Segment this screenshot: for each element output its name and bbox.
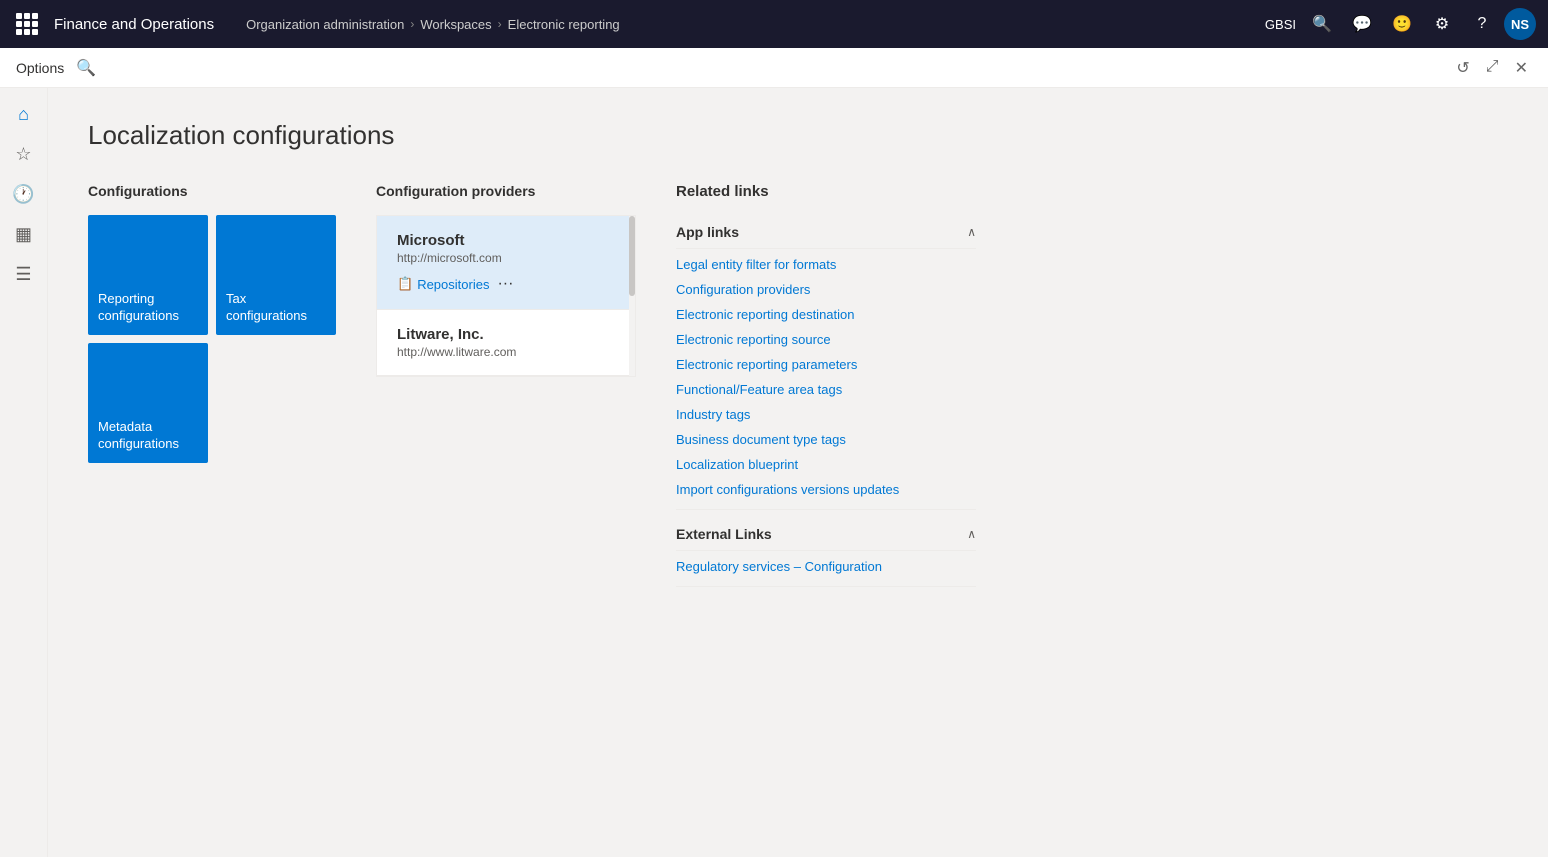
close-icon[interactable]: ✕ <box>1511 54 1532 82</box>
breadcrumb-org-admin[interactable]: Organization administration <box>246 17 404 32</box>
reporting-configurations-tile[interactable]: Reporting configurations <box>88 215 208 335</box>
config-tiles: Reporting configurations Tax configurati… <box>88 215 336 463</box>
search-button[interactable]: 🔍 <box>1304 6 1340 42</box>
refresh-icon[interactable]: ↺ <box>1452 54 1473 82</box>
app-links-header[interactable]: App links ∧ <box>676 216 976 249</box>
user-avatar[interactable]: NS <box>1504 8 1536 40</box>
config-row-2: Metadata configurations <box>88 343 336 463</box>
scrollbar-thumb <box>629 216 635 296</box>
optionsbar-right: ↺ ⤢ ✕ <box>1452 54 1532 82</box>
options-label: Options <box>16 60 64 76</box>
link-er-parameters[interactable]: Electronic reporting parameters <box>676 357 976 372</box>
expand-icon[interactable]: ⤢ <box>1482 54 1503 82</box>
waffle-menu[interactable] <box>12 9 42 39</box>
link-regulatory-services[interactable]: Regulatory services – Configuration <box>676 559 976 574</box>
optionsbar: Options 🔍 ↺ ⤢ ✕ <box>0 48 1548 88</box>
app-brand: Finance and Operations <box>54 16 230 33</box>
app-links-chevron: ∧ <box>967 225 976 239</box>
external-links-chevron: ∧ <box>967 527 976 541</box>
configurations-label: Configurations <box>88 183 336 199</box>
repositories-link[interactable]: 📋 Repositories <box>397 276 489 292</box>
breadcrumb-workspaces[interactable]: Workspaces <box>420 17 491 32</box>
app-links-label: App links <box>676 224 739 240</box>
provider-litware-url: http://www.litware.com <box>397 345 615 359</box>
page-title: Localization configurations <box>88 120 1508 151</box>
breadcrumb-electronic-reporting[interactable]: Electronic reporting <box>508 17 620 32</box>
content-area: Localization configurations Configuratio… <box>48 88 1548 857</box>
link-er-source[interactable]: Electronic reporting source <box>676 332 976 347</box>
link-import-config[interactable]: Import configurations versions updates <box>676 482 976 497</box>
sidebar-home-icon[interactable]: ⌂ <box>6 96 42 132</box>
more-options-icon[interactable]: ··· <box>497 275 513 293</box>
link-legal-entity[interactable]: Legal entity filter for formats <box>676 257 976 272</box>
app-links-group: App links ∧ Legal entity filter for form… <box>676 216 976 510</box>
main-layout: ⌂ ☆ 🕐 ▦ ☰ Localization configurations Co… <box>0 88 1548 857</box>
related-links-section: Related links App links ∧ Legal entity f… <box>676 183 976 587</box>
tenant-label: GBSI <box>1265 17 1296 32</box>
external-links-header[interactable]: External Links ∧ <box>676 518 976 551</box>
provider-microsoft-actions: 📋 Repositories ··· <box>397 275 615 293</box>
options-search-icon[interactable]: 🔍 <box>76 58 96 78</box>
topbar: Finance and Operations Organization admi… <box>0 0 1548 48</box>
link-er-destination[interactable]: Electronic reporting destination <box>676 307 976 322</box>
sections-row: Configurations Reporting configurations … <box>88 183 1508 587</box>
provider-microsoft-name: Microsoft <box>397 232 615 249</box>
emoji-button[interactable]: 🙂 <box>1384 6 1420 42</box>
link-business-doc-tags[interactable]: Business document type tags <box>676 432 976 447</box>
related-links-title: Related links <box>676 183 976 200</box>
link-localization-blueprint[interactable]: Localization blueprint <box>676 457 976 472</box>
configurations-section: Configurations Reporting configurations … <box>88 183 336 463</box>
topbar-right: GBSI 🔍 💬 🙂 ⚙ ? NS <box>1265 6 1536 42</box>
breadcrumb-sep-2: › <box>498 17 502 31</box>
providers-label: Configuration providers <box>376 183 636 199</box>
app-links-list: Legal entity filter for formats Configur… <box>676 257 976 510</box>
providers-section: Configuration providers Microsoft http:/… <box>376 183 636 377</box>
repositories-icon: 📋 <box>397 276 413 292</box>
config-row-1: Reporting configurations Tax configurati… <box>88 215 336 335</box>
external-links-group: External Links ∧ Regulatory services – C… <box>676 518 976 587</box>
tax-configurations-tile[interactable]: Tax configurations <box>216 215 336 335</box>
sidebar-favorites-icon[interactable]: ☆ <box>6 136 42 172</box>
sidebar-modules-icon[interactable]: ☰ <box>6 256 42 292</box>
external-links-label: External Links <box>676 526 772 542</box>
sidebar-workspaces-icon[interactable]: ▦ <box>6 216 42 252</box>
provider-litware[interactable]: Litware, Inc. http://www.litware.com <box>377 310 635 376</box>
chat-button[interactable]: 💬 <box>1344 6 1380 42</box>
breadcrumb: Organization administration › Workspaces… <box>246 17 620 32</box>
providers-list: Microsoft http://microsoft.com 📋 Reposit… <box>376 215 636 377</box>
settings-button[interactable]: ⚙ <box>1424 6 1460 42</box>
provider-litware-name: Litware, Inc. <box>397 326 615 343</box>
sidebar-recent-icon[interactable]: 🕐 <box>6 176 42 212</box>
link-config-providers[interactable]: Configuration providers <box>676 282 976 297</box>
help-button[interactable]: ? <box>1464 6 1500 42</box>
sidebar: ⌂ ☆ 🕐 ▦ ☰ <box>0 88 48 857</box>
link-functional-area-tags[interactable]: Functional/Feature area tags <box>676 382 976 397</box>
breadcrumb-sep-1: › <box>410 17 414 31</box>
external-links-list: Regulatory services – Configuration <box>676 559 976 587</box>
metadata-configurations-tile[interactable]: Metadata configurations <box>88 343 208 463</box>
provider-microsoft[interactable]: Microsoft http://microsoft.com 📋 Reposit… <box>377 216 635 310</box>
provider-microsoft-url: http://microsoft.com <box>397 251 615 265</box>
scrollbar[interactable] <box>629 216 635 376</box>
link-industry-tags[interactable]: Industry tags <box>676 407 976 422</box>
